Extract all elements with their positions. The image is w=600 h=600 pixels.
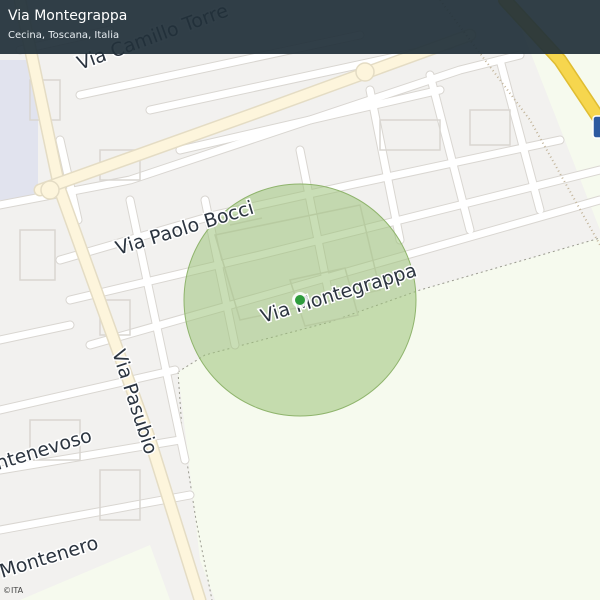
map-view[interactable]: Via Montegrappa Via Paolo Bocci Via Pasu… [0, 0, 600, 600]
roundabout [355, 62, 375, 82]
page-title: Via Montegrappa [8, 8, 128, 24]
roundabout [40, 180, 60, 200]
route-shield-icon [592, 115, 600, 139]
location-dot-icon[interactable] [292, 292, 308, 308]
map-canvas[interactable]: Via Montegrappa Via Paolo Bocci Via Pasu… [0, 0, 600, 600]
map-attribution[interactable]: ©ITA [3, 586, 23, 595]
place-subtitle: Cecina, Toscana, Italia [8, 30, 120, 41]
place-header: Via Montegrappa Cecina, Toscana, Italia [0, 0, 600, 54]
